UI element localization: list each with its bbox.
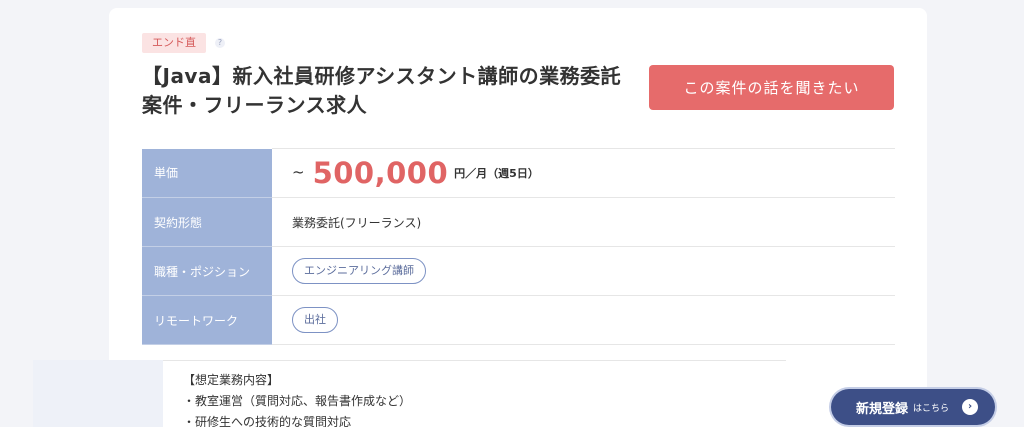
badge-row: エンド直 ? <box>142 33 225 53</box>
price-tilde: ~ <box>292 162 305 181</box>
table-row: リモートワーク 出社 <box>142 295 895 345</box>
contract-value: 業務委託(フリーランス) <box>272 197 895 247</box>
description-line: ・教室運営（質問対応、報告書作成など） <box>183 394 412 408</box>
price-unit: 円／月（週5日） <box>454 166 539 180</box>
job-title: 【Java】新入社員研修アシスタント講師の業務委託案件・フリーランス求人 <box>142 64 622 117</box>
job-card: エンド直 ? 【Java】新入社員研修アシスタント講師の業務委託案件・フリーラン… <box>109 8 927 427</box>
contract-label: 契約形態 <box>142 197 272 247</box>
price-label: 単価 <box>142 148 272 198</box>
help-icon[interactable]: ? <box>215 38 225 48</box>
signup-button[interactable]: 新規登録 はこちら › <box>831 389 995 425</box>
job-description: 【想定業務内容】 ・教室運営（質問対応、報告書作成など） ・研修生への技術的な質… <box>183 370 411 427</box>
position-tag[interactable]: エンジニアリング講師 <box>292 258 426 284</box>
price-cell: ~500,000 円／月（週5日） <box>272 148 895 198</box>
inquiry-button[interactable]: この案件の話を聞きたい <box>649 65 894 110</box>
price-value: 500,000 <box>312 156 449 190</box>
remote-cell: 出社 <box>272 295 895 345</box>
position-cell: エンジニアリング講師 <box>272 246 895 296</box>
table-row: 単価 ~500,000 円／月（週5日） <box>142 148 895 198</box>
description-line: 【想定業務内容】 <box>183 373 280 387</box>
signup-label: 新規登録 <box>856 401 909 417</box>
description-line: ・研修生への技術的な質問対応 <box>183 415 352 427</box>
end-direct-badge: エンド直 <box>142 33 206 53</box>
signup-sub-label: はこちら <box>913 403 950 414</box>
divider <box>163 360 786 361</box>
remote-label: リモートワーク <box>142 295 272 345</box>
chevron-right-icon: › <box>962 399 978 415</box>
position-label: 職種・ポジション <box>142 246 272 296</box>
table-row: 契約形態 業務委託(フリーランス) <box>142 197 895 247</box>
table-row: 職種・ポジション エンジニアリング講師 <box>142 246 895 296</box>
remote-tag[interactable]: 出社 <box>292 307 338 333</box>
description-header-cell <box>33 360 163 427</box>
job-info-table: 単価 ~500,000 円／月（週5日） 契約形態 業務委託(フリーランス) 職種… <box>142 148 895 345</box>
